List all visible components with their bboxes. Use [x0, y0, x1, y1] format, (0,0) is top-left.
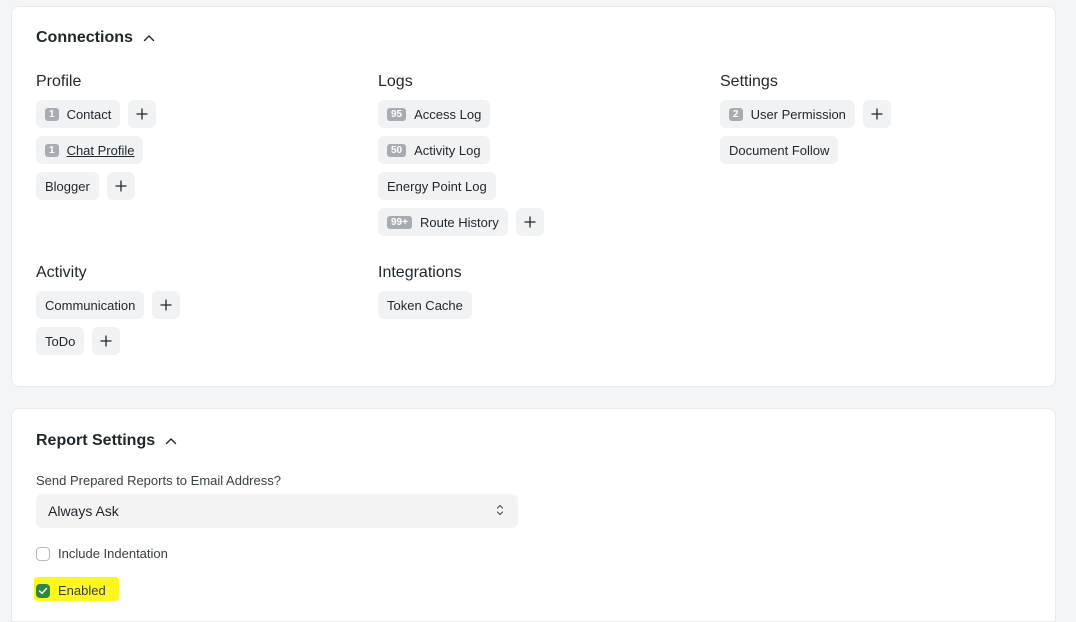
link-label: Blogger: [45, 178, 90, 194]
count-badge: 50: [387, 143, 407, 157]
group-title-settings: Settings: [720, 73, 778, 90]
link-label: Activity Log: [414, 142, 481, 158]
link-label: Energy Point Log: [387, 178, 487, 194]
check-icon: [38, 587, 48, 594]
link-access-log[interactable]: 95 Access Log: [378, 100, 491, 128]
add-user-permission-button[interactable]: [862, 100, 891, 128]
count-badge: 1: [45, 143, 59, 157]
add-contact-button[interactable]: [128, 100, 157, 128]
plus-icon: [136, 108, 149, 120]
link-chat-profile[interactable]: 1 Chat Profile: [36, 136, 144, 164]
link-label: Chat Profile: [66, 142, 135, 158]
enabled-checkbox[interactable]: [36, 583, 50, 598]
include-indentation-checkbox[interactable]: [36, 546, 50, 561]
link-contact[interactable]: 1 Contact: [36, 100, 121, 128]
add-blogger-button[interactable]: [106, 172, 135, 200]
count-badge: 2: [729, 107, 743, 121]
integrations-group: Integrations Token Cache: [378, 263, 698, 327]
plus-icon: [160, 299, 172, 311]
group-title-integrations: Integrations: [378, 264, 462, 281]
add-todo-button[interactable]: [92, 327, 121, 355]
include-indentation-row[interactable]: Include Indentation: [36, 546, 168, 561]
link-label: Contact: [66, 106, 112, 122]
report-settings-header[interactable]: Report Settings: [36, 432, 177, 450]
count-badge: 1: [45, 107, 59, 121]
activity-group: Activity Communication ToDo: [36, 263, 356, 363]
link-route-history[interactable]: 99+ Route History: [378, 208, 508, 236]
plus-icon: [115, 180, 127, 192]
link-label: Document Follow: [729, 142, 830, 158]
connections-title: Connections: [36, 29, 133, 46]
profile-group: Profile 1 Contact 1 Chat Profile Blogger: [36, 72, 356, 208]
send-reports-value: Always Ask: [48, 503, 119, 519]
link-label: ToDo: [45, 333, 76, 349]
link-label: User Permission: [750, 106, 846, 122]
link-label: Token Cache: [387, 297, 463, 313]
count-badge: 99+: [387, 215, 412, 229]
add-communication-button[interactable]: [152, 291, 181, 319]
plus-icon: [871, 108, 883, 120]
count-badge: 95: [387, 107, 407, 121]
enabled-row[interactable]: Enabled: [36, 583, 106, 598]
send-reports-select[interactable]: Always Ask: [36, 494, 518, 528]
include-indentation-label: Include Indentation: [58, 546, 168, 561]
group-title-activity: Activity: [36, 264, 87, 281]
chevron-up-icon[interactable]: [143, 34, 155, 42]
report-settings-section: Report Settings Send Prepared Reports to…: [11, 408, 1056, 622]
link-label: Communication: [45, 297, 136, 313]
group-title-logs: Logs: [378, 73, 413, 90]
report-settings-title: Report Settings: [36, 432, 156, 449]
chevron-up-icon[interactable]: [165, 437, 177, 445]
link-activity-log[interactable]: 50 Activity Log: [378, 136, 490, 164]
link-label: Access Log: [414, 106, 482, 122]
connections-header[interactable]: Connections: [36, 29, 155, 47]
link-energy-point-log[interactable]: Energy Point Log: [378, 172, 496, 200]
link-document-follow[interactable]: Document Follow: [720, 136, 839, 164]
add-route-history-button[interactable]: [515, 208, 544, 236]
connections-section: Connections Profile 1 Contact 1 Chat Pro…: [11, 6, 1056, 387]
enabled-label: Enabled: [58, 583, 106, 598]
select-arrows-icon: [496, 503, 504, 520]
plus-icon: [524, 216, 536, 228]
logs-group: Logs 95 Access Log 50 Activity Log Energ…: [378, 72, 698, 244]
link-communication[interactable]: Communication: [36, 291, 145, 319]
link-user-permission[interactable]: 2 User Permission: [720, 100, 855, 128]
send-reports-label: Send Prepared Reports to Email Address?: [36, 473, 281, 488]
plus-icon: [100, 335, 113, 347]
link-todo[interactable]: ToDo: [36, 327, 85, 355]
link-token-cache[interactable]: Token Cache: [378, 291, 472, 319]
link-label: Route History: [419, 214, 499, 230]
settings-group: Settings 2 User Permission Document Foll…: [720, 72, 1040, 172]
group-title-profile: Profile: [36, 73, 82, 90]
link-blogger[interactable]: Blogger: [36, 172, 99, 200]
